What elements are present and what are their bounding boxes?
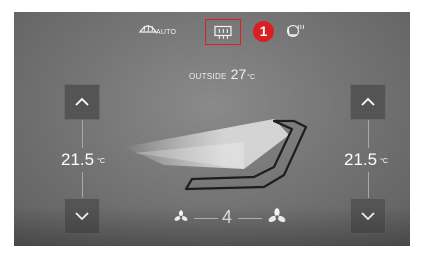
left-temp-up-button[interactable] (64, 84, 100, 120)
chevron-up-icon (361, 97, 375, 106)
front-defrost-auto-button[interactable]: AUTO (138, 22, 178, 42)
seat-heating-icon (286, 24, 304, 38)
rear-defrost-highlight (205, 19, 241, 45)
left-temperature-unit: °C (97, 158, 105, 165)
outside-temperature: OUTSIDE 27°C (189, 66, 255, 84)
fan-low-icon (174, 210, 188, 221)
auto-label: AUTO (156, 29, 177, 36)
callout-badge: 1 (253, 21, 274, 42)
chevron-down-icon (75, 212, 89, 221)
front-defrost-auto-icon (138, 24, 158, 33)
outside-label: OUTSIDE (189, 72, 227, 81)
right-temp-up-button[interactable] (350, 84, 386, 120)
left-slider-line-bottom (82, 172, 83, 198)
outside-value: 27 (230, 66, 247, 82)
fan-speed-control: 4 (174, 206, 294, 230)
fan-high-icon (268, 208, 286, 223)
fan-line-left (194, 218, 218, 219)
fan-speed-value: 4 (222, 207, 233, 227)
top-bar: AUTO 1 (14, 12, 410, 56)
fan-high-button[interactable] (268, 208, 286, 231)
right-slider-line-bottom (368, 172, 369, 198)
seat-airflow-icon (124, 119, 308, 191)
right-temperature: 21.5 °C (344, 150, 388, 170)
left-temperature-value: 21.5 (61, 150, 95, 169)
right-temperature-value: 21.5 (344, 150, 378, 169)
outside-unit: °C (247, 74, 256, 81)
seat-heating-button[interactable] (284, 23, 306, 41)
right-slider-line-top (368, 120, 369, 148)
fan-low-button[interactable] (174, 210, 188, 229)
climate-control-screen: AUTO 1 OUTSIDE 27°C 21.5 °C 21.5 °C 4 (14, 12, 410, 246)
right-temperature-unit: °C (380, 158, 388, 165)
right-temp-down-button[interactable] (350, 198, 386, 234)
left-temperature: 21.5 °C (61, 150, 105, 170)
left-slider-line-top (82, 120, 83, 148)
fan-line-right (238, 218, 262, 219)
chevron-down-icon (361, 212, 375, 221)
left-temp-down-button[interactable] (64, 198, 100, 234)
chevron-up-icon (75, 97, 89, 106)
